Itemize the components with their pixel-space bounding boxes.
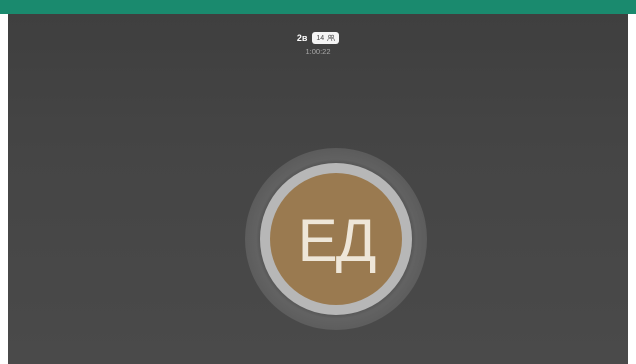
- call-name: 2в: [296, 33, 308, 43]
- call-timer: 1:00:22: [305, 47, 331, 56]
- call-window: 2в 14 1:00:22 ЕД: [0, 0, 636, 364]
- call-header: 2в 14 1:00:22: [8, 28, 628, 56]
- participants-button[interactable]: 14: [312, 32, 340, 44]
- avatar-initials: ЕД: [297, 207, 377, 274]
- call-title-row: 2в 14: [296, 29, 340, 47]
- people-icon: [327, 34, 335, 42]
- top-accent-bar: [0, 0, 636, 14]
- participant-avatar: ЕД: [245, 148, 427, 330]
- call-stage: 2в 14 1:00:22 ЕД: [8, 14, 628, 364]
- participants-count: 14: [316, 34, 325, 42]
- avatar: ЕД: [270, 173, 402, 305]
